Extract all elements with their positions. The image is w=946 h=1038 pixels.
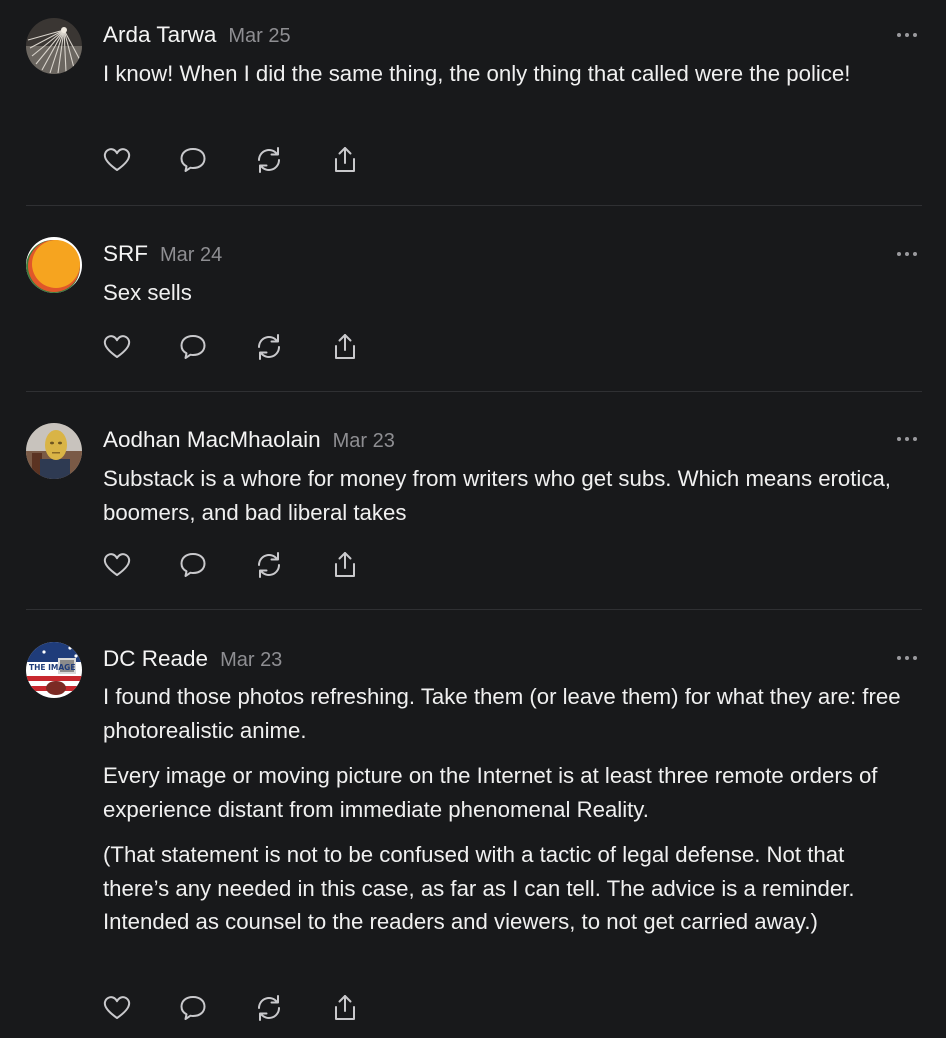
reply-button[interactable] — [177, 331, 209, 363]
orange-circle-avatar-icon — [26, 237, 82, 293]
avatar[interactable]: THE IMAGE — [26, 642, 82, 698]
comment-paragraph: I know! When I did the same thing, the o… — [103, 61, 851, 86]
author-name[interactable]: Aodhan MacMhaolain — [103, 427, 321, 452]
restack-button[interactable] — [253, 144, 285, 176]
the-image-badge-avatar-icon: THE IMAGE — [26, 642, 82, 698]
comment-body: I know! When I did the same thing, the o… — [103, 57, 903, 103]
comment-divider — [26, 609, 922, 610]
like-button[interactable] — [101, 549, 133, 581]
like-button[interactable] — [101, 331, 133, 363]
reply-icon — [180, 553, 206, 577]
reply-button[interactable] — [177, 144, 209, 176]
comment-paragraph: (That statement is not to be confused wi… — [103, 842, 855, 934]
comment-paragraph: I found those photos refreshing. Take th… — [103, 684, 901, 743]
restack-button[interactable] — [253, 992, 285, 1024]
more-options-icon[interactable] — [896, 434, 918, 444]
more-options-icon[interactable] — [896, 30, 918, 40]
comment-meta: Arda Tarwa Mar 25 — [103, 20, 291, 50]
share-button[interactable] — [329, 992, 361, 1024]
reply-button[interactable] — [177, 992, 209, 1024]
avatar[interactable] — [26, 18, 82, 74]
reply-icon — [180, 335, 206, 359]
reply-button[interactable] — [177, 549, 209, 581]
avatar[interactable] — [26, 237, 82, 293]
gold-mask-avatar-icon — [26, 423, 82, 479]
comment-meta: Aodhan MacMhaolain Mar 23 — [103, 425, 395, 455]
share-icon — [335, 995, 355, 1020]
heart-icon — [103, 553, 131, 576]
comment-body: Substack is a whore for money from write… — [103, 462, 903, 541]
comment-divider — [26, 391, 922, 392]
comment-date[interactable]: Mar 23 — [333, 430, 395, 452]
reply-icon — [180, 996, 206, 1020]
author-name[interactable]: Arda Tarwa — [103, 22, 216, 47]
heart-icon — [103, 996, 131, 1019]
fan-feathers-avatar-icon — [26, 18, 82, 74]
share-button[interactable] — [329, 331, 361, 363]
author-name[interactable]: DC Reade — [103, 646, 208, 671]
comment-meta: SRF Mar 24 — [103, 239, 222, 269]
comment-paragraph: Substack is a whore for money from write… — [103, 466, 891, 525]
comment-body: Sex sells — [103, 276, 903, 322]
comment-divider — [26, 205, 922, 206]
author-name[interactable]: SRF — [103, 241, 148, 266]
comment-body: I found those photos refreshing. Take th… — [103, 680, 903, 951]
reply-icon — [180, 148, 206, 172]
restack-icon — [258, 334, 280, 360]
restack-icon — [258, 995, 280, 1021]
comment-date[interactable]: Mar 23 — [220, 649, 282, 671]
share-icon — [335, 552, 355, 577]
restack-icon — [258, 147, 280, 173]
like-button[interactable] — [101, 144, 133, 176]
share-icon — [335, 334, 355, 359]
comment-date[interactable]: Mar 25 — [228, 25, 290, 47]
restack-icon — [258, 552, 280, 578]
comment-meta: DC Reade Mar 23 — [103, 644, 282, 674]
restack-button[interactable] — [253, 549, 285, 581]
share-button[interactable] — [329, 549, 361, 581]
comment-paragraph: Every image or moving picture on the Int… — [103, 763, 878, 822]
heart-icon — [103, 148, 131, 171]
restack-button[interactable] — [253, 331, 285, 363]
more-options-icon[interactable] — [896, 249, 918, 259]
comment-paragraph: Sex sells — [103, 280, 192, 305]
like-button[interactable] — [101, 992, 133, 1024]
avatar-badge-text: THE IMAGE — [29, 663, 75, 672]
share-button[interactable] — [329, 144, 361, 176]
comment-date[interactable]: Mar 24 — [160, 244, 222, 266]
avatar[interactable] — [26, 423, 82, 479]
heart-icon — [103, 335, 131, 358]
share-icon — [335, 147, 355, 172]
more-options-icon[interactable] — [896, 653, 918, 663]
